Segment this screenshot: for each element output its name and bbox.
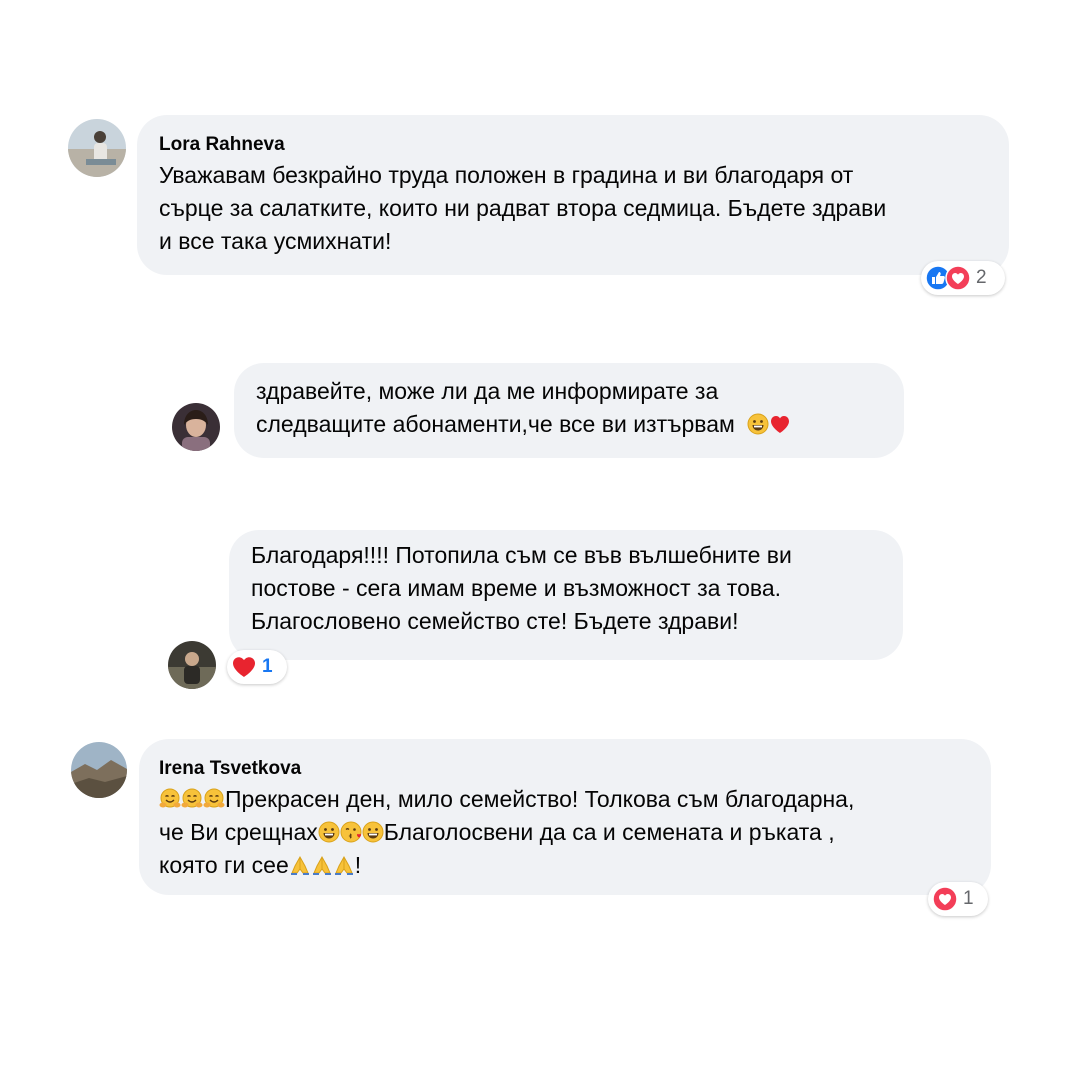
avatar-irena-tsvetkova[interactable] [71,742,127,798]
comment-text-line: Благословено семейство сте! Бъдете здрав… [251,608,739,634]
avatar-lora-rahneva[interactable] [68,119,126,177]
comment-text-line: която ги сее! [159,849,971,882]
comment-bubble: Irena Tsvetkova Прекрасен ден, мило семе… [139,739,991,895]
grinning-face-emoji [318,821,340,843]
comment-bubble: здравейте, може ли да ме информирате за … [234,363,904,458]
reaction-count: 1 [963,888,974,909]
comment-text: Благолосвени да са и семената и ръката , [383,819,835,845]
comment-text: ! [354,852,362,878]
hugging-face-emoji [203,788,225,810]
hugging-face-emoji [181,788,203,810]
comment-bubble: Благодаря!!!! Потопила съм се във вълшеб… [229,530,903,660]
comment-text: която ги сее [159,852,289,878]
reactions-summary[interactable]: 1 [227,650,287,684]
comment-text-line: че Ви срещнах Благолосвени да са и семена… [159,816,971,849]
folded-hands-emoji [311,854,333,876]
comment-author[interactable]: Irena Tsvetkova [159,757,971,781]
heart-icon [231,654,257,680]
love-icon [945,265,971,291]
grinning-face-emoji [362,821,384,843]
red-heart-emoji [769,413,791,435]
comment-text-line: и все така усмихнати! [159,228,392,254]
comment-text-line: Уважавам безкрайно труда положен в гради… [159,162,854,188]
comment-author[interactable]: Lora Rahneva [159,133,987,157]
comment-text-line: здравейте, може ли да ме информирате за [256,378,719,404]
comment-text-line: постове - сега имам време и възможност з… [251,575,782,601]
avatar-commenter[interactable] [168,641,216,689]
comment-text-line: сърце за салатките, които ни радват втор… [159,195,887,221]
comment-text: Прекрасен ден, мило семейство! Толкова с… [225,786,855,812]
reaction-count: 1 [262,656,273,677]
reaction-count: 2 [976,267,987,288]
reactions-summary[interactable]: 2 [921,261,1005,295]
comment-text-line: Благодаря!!!! Потопила съм се във вълшеб… [251,542,792,568]
hugging-face-emoji [159,788,181,810]
comment-bubble: Lora Rahneva Уважавам безкрайно труда по… [137,115,1009,275]
folded-hands-emoji [289,854,311,876]
love-icon [932,886,958,912]
comment-text-line: Прекрасен ден, мило семейство! Толкова с… [159,783,971,816]
comment-text: че Ви срещнах [159,819,318,845]
comment-text-line: следващите абонаменти,че все ви изтървам [256,408,882,441]
reactions-summary[interactable]: 1 [928,882,988,916]
grinning-face-emoji [747,413,769,435]
kissing-face-emoji [340,821,362,843]
comment-text: следващите абонаменти,че все ви изтървам [256,411,735,437]
folded-hands-emoji [333,854,355,876]
avatar-commenter[interactable] [172,403,220,451]
